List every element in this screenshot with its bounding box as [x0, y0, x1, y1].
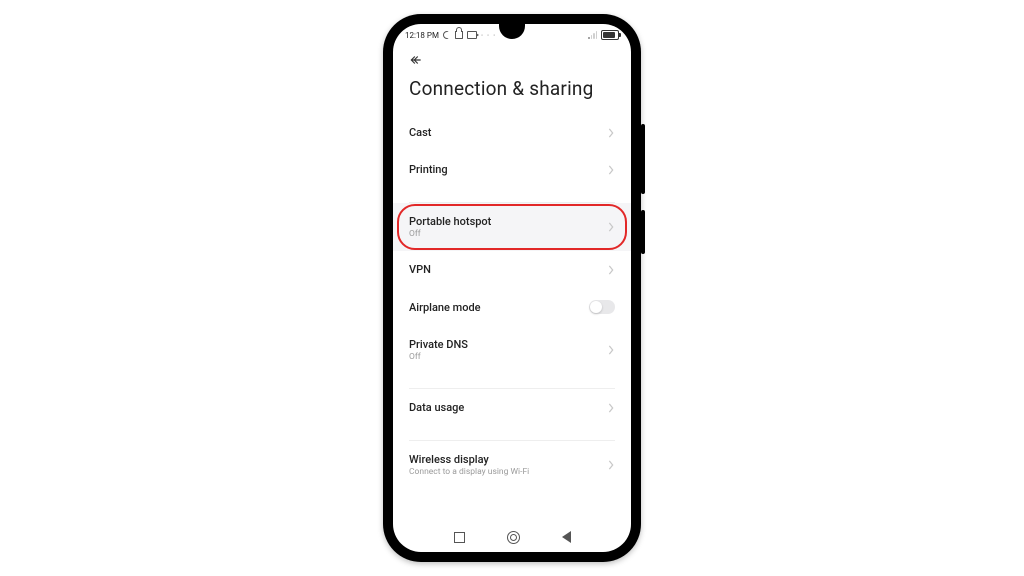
- recents-icon[interactable]: [454, 532, 465, 543]
- label-data-usage: Data usage: [409, 401, 464, 414]
- row-private-dns[interactable]: Private DNS Off: [393, 326, 631, 374]
- chevron-right-icon: [607, 222, 615, 232]
- back-icon[interactable]: [409, 52, 423, 66]
- back-nav-icon[interactable]: [562, 531, 571, 543]
- clock: 12:18 PM: [405, 31, 439, 40]
- back-bar: [393, 46, 631, 73]
- lock-icon: [455, 31, 463, 39]
- dnd-icon: [443, 31, 451, 39]
- sub-private-dns: Off: [409, 352, 468, 362]
- battery-icon: [601, 30, 619, 40]
- power-button: [641, 210, 645, 254]
- chevron-right-icon: [607, 403, 615, 413]
- label-vpn: VPN: [409, 263, 431, 276]
- label-private-dns: Private DNS: [409, 338, 468, 351]
- camera-icon: [467, 31, 477, 39]
- label-airplane: Airplane mode: [409, 301, 481, 314]
- stage: 12:18 PM · · · Connection & sharing: [0, 0, 1024, 576]
- row-vpn[interactable]: VPN: [393, 251, 631, 288]
- row-wireless-display[interactable]: Wireless display Connect to a display us…: [393, 441, 631, 489]
- chevron-right-icon: [607, 345, 615, 355]
- label-wireless: Wireless display: [409, 453, 529, 466]
- volume-button: [641, 124, 645, 194]
- row-portable-hotspot[interactable]: Portable hotspot Off: [393, 203, 631, 251]
- phone-frame: 12:18 PM · · · Connection & sharing: [383, 14, 641, 562]
- home-icon[interactable]: [507, 531, 520, 544]
- row-printing[interactable]: Printing: [393, 151, 631, 188]
- label-cast: Cast: [409, 126, 431, 139]
- chevron-right-icon: [607, 265, 615, 275]
- page-title: Connection & sharing: [393, 73, 631, 114]
- chevron-right-icon: [607, 128, 615, 138]
- nav-bar: [393, 522, 631, 552]
- airplane-toggle[interactable]: [589, 300, 615, 314]
- sub-hotspot: Off: [409, 229, 491, 239]
- row-cast[interactable]: Cast: [393, 114, 631, 151]
- row-data-usage[interactable]: Data usage: [393, 389, 631, 426]
- chevron-right-icon: [607, 165, 615, 175]
- more-icon: · · ·: [481, 31, 496, 40]
- label-hotspot: Portable hotspot: [409, 215, 491, 228]
- chevron-right-icon: [607, 460, 615, 470]
- row-airplane-mode[interactable]: Airplane mode: [393, 288, 631, 326]
- signal-icon: [588, 31, 598, 39]
- label-printing: Printing: [409, 163, 448, 176]
- screen: 12:18 PM · · · Connection & sharing: [393, 24, 631, 552]
- sub-wireless: Connect to a display using Wi-Fi: [409, 467, 529, 477]
